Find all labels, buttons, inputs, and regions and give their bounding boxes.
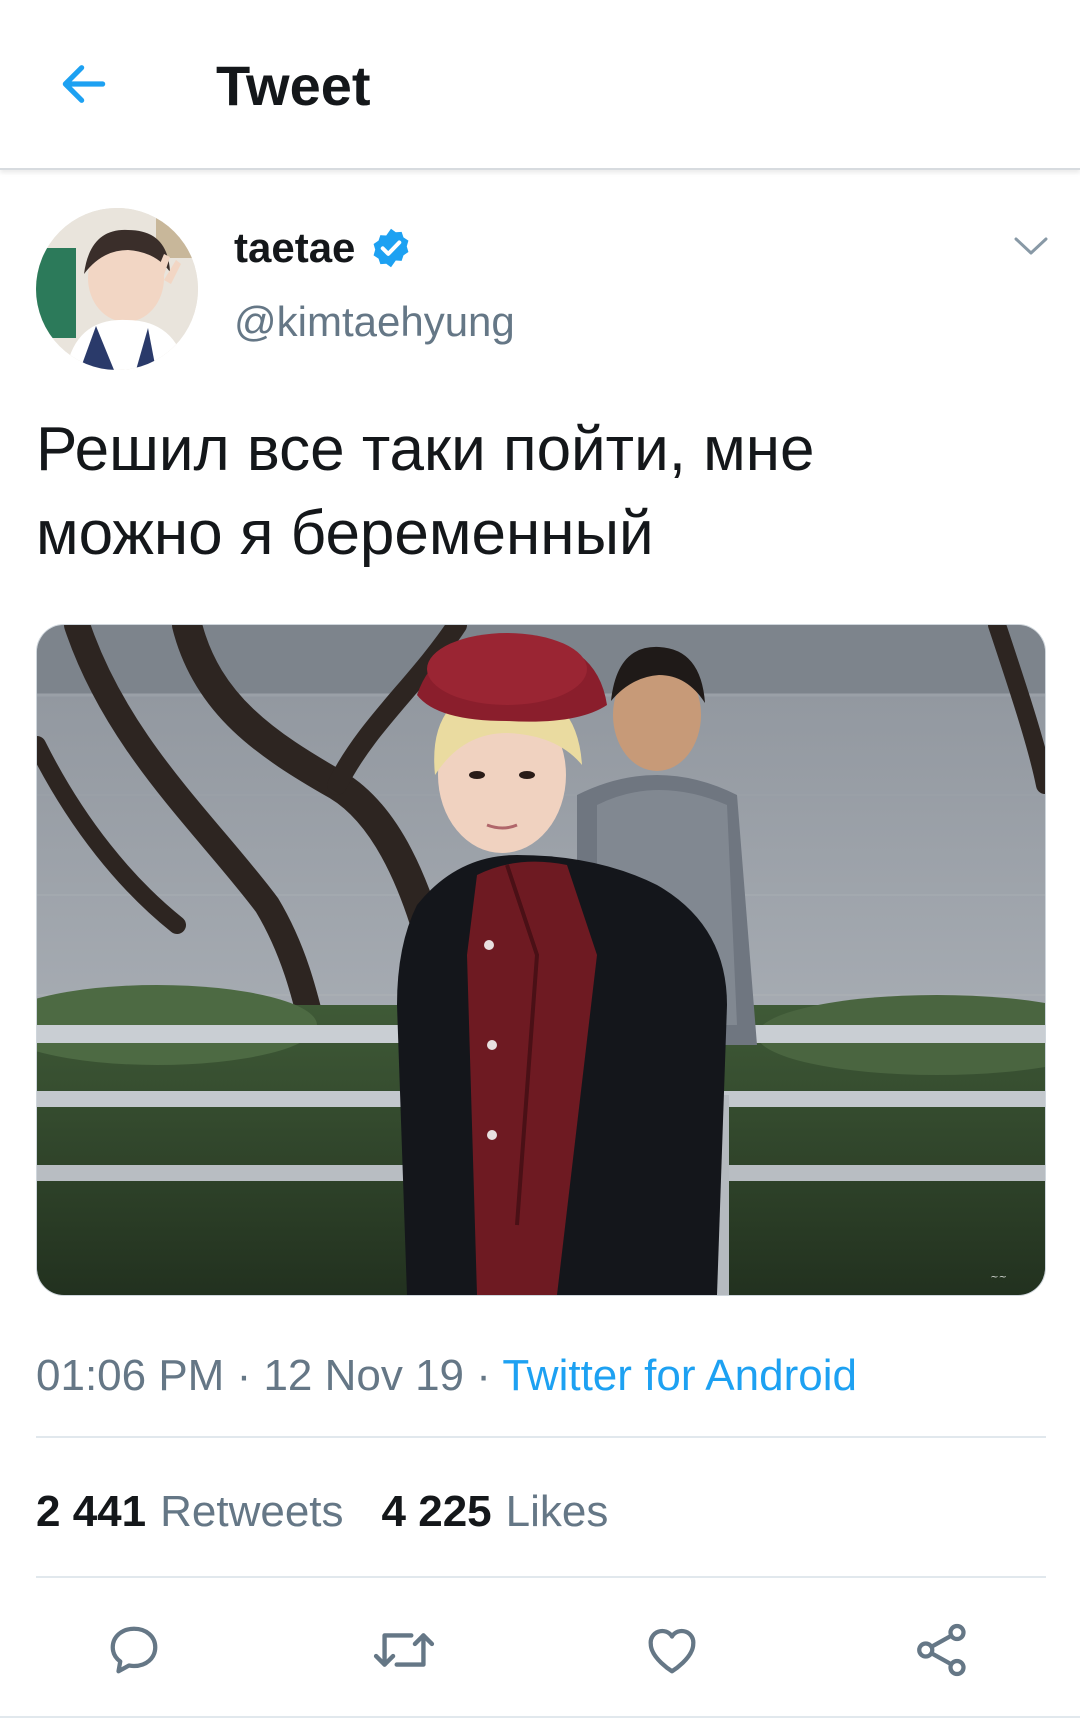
tweet-photo[interactable]: ~~ [36,624,1046,1296]
tweet-source-link[interactable]: Twitter for Android [502,1351,857,1400]
tweet-meta: 01:06 PM · 12 Nov 19 · Twitter for Andro… [36,1348,857,1404]
meta-separator: · [464,1351,503,1400]
likes-label: Likes [505,1487,609,1536]
tweet-time: 01:06 PM [36,1351,225,1400]
tweet-detail-screen: Tweet taetae @kimtaehyung Решил все таки [0,0,1080,1724]
tweet-menu-button[interactable] [1006,226,1056,266]
retweets-label: Retweets [160,1487,344,1536]
arrow-left-icon [62,65,106,103]
tweet-text: Решил все таки пойти, мне можно я береме… [36,415,815,568]
reply-icon [110,1626,158,1674]
display-name-text: taetae [234,224,356,271]
avatar-image [36,208,198,370]
share-icon [917,1623,966,1677]
tweet-stats: 2 441 Retweets 4 225 Likes [36,1484,608,1540]
likes-count: 4 225 [381,1487,492,1536]
divider [36,1576,1046,1578]
meta-separator: · [224,1351,264,1400]
share-button[interactable] [902,1610,982,1690]
author-name[interactable]: taetae [234,222,413,274]
photo-image: ~~ [37,625,1045,1295]
avatar[interactable] [36,208,198,370]
chevron-down-icon [1014,237,1048,255]
tweet-date: 12 Nov 19 [263,1351,465,1400]
bottom-divider [0,1716,1080,1718]
svg-text:~~: ~~ [990,1272,1007,1283]
retweets-count: 2 441 [36,1487,147,1536]
author-handle[interactable]: @kimtaehyung [234,296,515,348]
retweet-icon [373,1633,435,1667]
likes-stat[interactable]: 4 225 Likes [382,1484,609,1540]
retweets-stat[interactable]: 2 441 Retweets [36,1484,344,1540]
page-title: Tweet [216,54,371,117]
action-bar [0,1610,1080,1690]
reply-button[interactable] [94,1610,174,1690]
back-button[interactable] [48,48,120,120]
divider [36,1436,1046,1438]
verified-badge-icon [373,228,409,268]
like-button[interactable] [632,1610,712,1690]
top-bar: Tweet [0,0,1080,170]
retweet-button[interactable] [364,1610,444,1690]
like-icon [648,1628,696,1674]
